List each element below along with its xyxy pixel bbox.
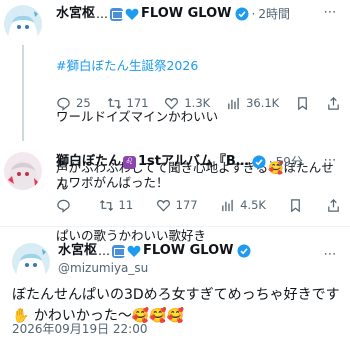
author-brand: FLOW GLOW <box>143 243 234 258</box>
tweet-header: 水宮枢 … FLOW GLOW · 2時間 <box>56 5 326 23</box>
hashtag-link[interactable]: #獅白ぼたん生誕祭2026 <box>56 57 340 74</box>
like-button[interactable]: 177 <box>156 198 198 213</box>
more-options-icon[interactable]: ⋯ <box>322 154 338 170</box>
tweet-header: 水宮枢 … FLOW GLOW <box>58 242 328 260</box>
author-name[interactable]: 水宮枢 <box>58 242 97 260</box>
retweet-count: 171 <box>126 96 149 110</box>
avatar[interactable] <box>4 5 42 43</box>
verified-badge-icon <box>235 7 249 21</box>
reply-icon <box>57 97 70 111</box>
share-button[interactable] <box>326 96 341 111</box>
verified-badge-icon <box>237 244 251 258</box>
bookmark-button[interactable] <box>288 198 303 213</box>
views-icon <box>222 199 233 211</box>
tweet-datetime[interactable]: 2026年09月19日 22:00 <box>12 320 147 337</box>
ellipsis: … <box>96 7 109 21</box>
author-name[interactable]: 水宮枢 <box>56 5 95 23</box>
divider <box>0 226 350 227</box>
share-button[interactable] <box>326 198 341 213</box>
tweet-time[interactable]: 2時間 <box>258 5 290 23</box>
tweet-header: 獅白ぼたん ♌ 1stアルバム『B… · 59分 <box>56 153 326 171</box>
blue-heart-icon <box>125 8 139 21</box>
separator: · <box>268 155 273 169</box>
like-count: 1.3K <box>184 96 211 110</box>
retweet-button[interactable]: 171 <box>107 96 149 111</box>
retweet-icon <box>107 97 121 109</box>
ellipsis: … <box>98 244 111 258</box>
reply-icon <box>57 199 70 213</box>
author-album: 1stアルバム『B… <box>138 154 249 169</box>
share-icon <box>328 96 339 110</box>
tweet-actions: 25 171 1.3K 36.1K <box>56 94 341 112</box>
email-emoji-icon <box>112 244 126 258</box>
tweet-time[interactable]: 59分 <box>276 153 303 171</box>
views-button[interactable]: 4.5K <box>220 198 266 213</box>
heart-icon <box>165 97 179 110</box>
tweet-body: カワボがんばった！ <box>56 175 169 190</box>
more-options-icon[interactable]: ⋯ <box>322 248 338 264</box>
author-handle[interactable]: @mizumiya_su <box>58 261 148 275</box>
bookmark-icon <box>298 96 307 110</box>
reply-button[interactable] <box>56 198 76 213</box>
retweet-count: 11 <box>118 198 134 212</box>
blue-heart-icon <box>127 245 141 258</box>
heart-icon <box>156 199 170 212</box>
share-icon <box>328 198 339 212</box>
more-options-icon[interactable]: ⋯ <box>322 6 338 22</box>
email-emoji-icon <box>110 7 124 21</box>
author-name[interactable]: 獅白ぼたん <box>56 153 121 171</box>
views-icon <box>228 97 239 109</box>
views-button[interactable]: 36.1K <box>226 96 279 111</box>
avatar[interactable] <box>12 243 50 281</box>
avatar[interactable] <box>4 152 42 190</box>
thread-connector <box>22 45 24 141</box>
tweet-actions: 11 177 4.5K <box>56 196 341 214</box>
like-count: 177 <box>175 198 198 212</box>
separator: · <box>251 7 256 21</box>
retweet-icon <box>99 199 113 211</box>
retweet-button[interactable]: 11 <box>99 198 134 213</box>
reply-count: 25 <box>76 96 91 110</box>
bookmark-button[interactable] <box>295 96 310 111</box>
author-brand: FLOW GLOW <box>141 6 232 21</box>
reply-button[interactable]: 25 <box>56 96 91 111</box>
like-button[interactable]: 1.3K <box>164 96 210 111</box>
zodiac-emoji-icon: ♌ <box>123 155 137 169</box>
tweet-line: ぼたんせんぱいの3Dめろ女すぎてめっちゃ好きです <box>12 287 340 303</box>
views-count: 4.5K <box>240 198 266 212</box>
bookmark-icon <box>291 198 301 212</box>
views-count: 36.1K <box>246 96 280 110</box>
verified-badge-icon <box>252 155 266 169</box>
